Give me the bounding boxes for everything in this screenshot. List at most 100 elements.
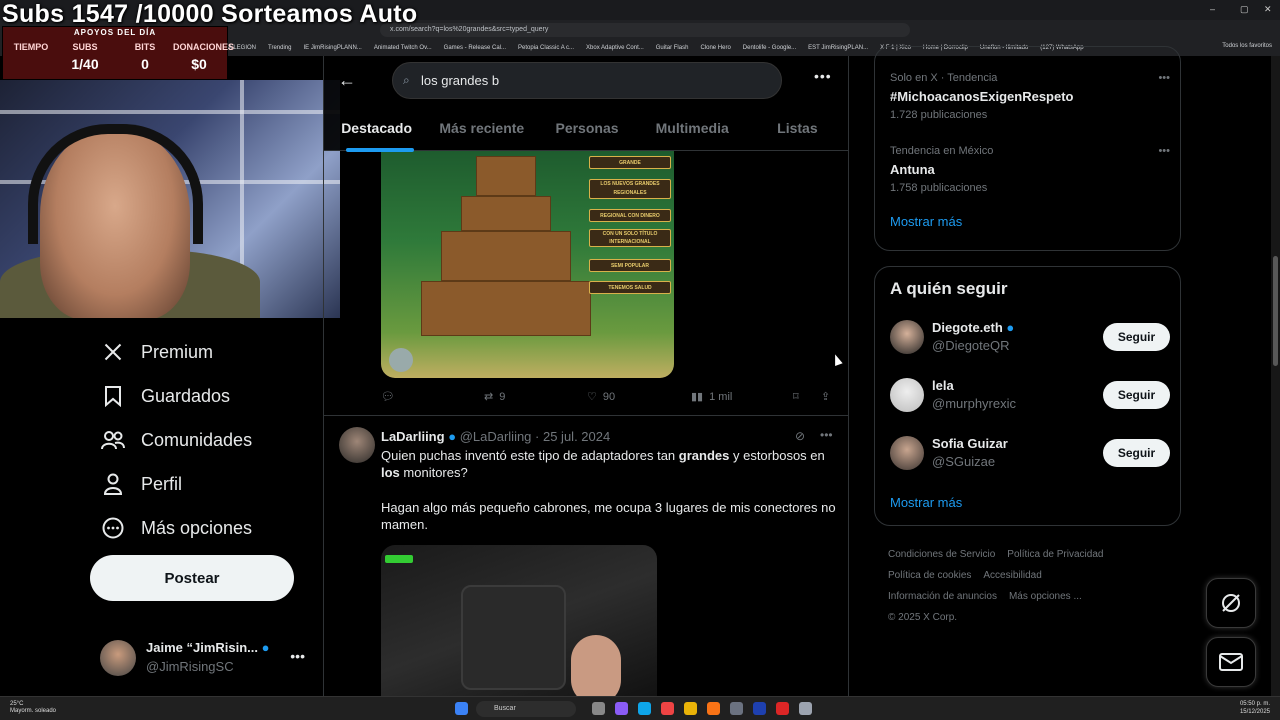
tweet-media-image[interactable]: GRANDE LOS NUEVOS GRANDES REGIONALES REG… bbox=[381, 151, 674, 378]
weather-widget[interactable]: 25°C Mayorm. soleado bbox=[10, 701, 56, 715]
tweet-actions: 💬︎ ⇄ 9 ♡ 90 ▮▮ 1 mil ⌑ ⇪ bbox=[381, 390, 841, 410]
tweet-author-name[interactable]: LaDarliing bbox=[381, 429, 445, 444]
back-arrow-icon[interactable]: ← bbox=[338, 70, 356, 91]
taskbar-search[interactable]: Buscar bbox=[476, 701, 576, 717]
views-button[interactable]: ▮▮ 1 mil bbox=[691, 390, 732, 404]
app-icon[interactable] bbox=[776, 702, 789, 715]
bookmark-item[interactable]: Animated Twitch Ov... bbox=[374, 45, 432, 51]
nav-label: Comunidades bbox=[141, 429, 253, 450]
nav-perfil[interactable]: Perfil bbox=[90, 462, 320, 506]
taskbar-clock[interactable]: 05:50 p. m. 15/12/2025 bbox=[1240, 700, 1270, 716]
tab-listas[interactable]: Listas bbox=[745, 108, 848, 150]
brave-icon[interactable] bbox=[661, 702, 674, 715]
follow-button[interactable]: Seguir bbox=[1103, 323, 1170, 351]
footer-link[interactable]: Accesibilidad bbox=[983, 570, 1041, 581]
watermark-icon bbox=[389, 348, 413, 372]
counter-subs: SUBS 1/40 bbox=[59, 42, 111, 72]
address-bar[interactable]: x.com/search?q=los%20grandes&src=typed_q… bbox=[380, 23, 910, 37]
tab-mas-reciente[interactable]: Más reciente bbox=[429, 108, 534, 150]
tab-destacado[interactable]: Destacado bbox=[324, 108, 429, 152]
edge-icon[interactable] bbox=[638, 702, 651, 715]
tweet-text: Quien puchas inventó este tipo de adapta… bbox=[381, 448, 836, 532]
stream-overlay-title: Subs 1547 /10000 Sorteamos Auto bbox=[2, 0, 418, 28]
search-header: ← ⌕ los grandes b ••• Destacado Más reci… bbox=[324, 56, 848, 152]
pyramid-tier bbox=[461, 196, 551, 231]
account-name: Jaime “JimRisin... ● bbox=[146, 640, 270, 655]
heart-icon: ♡ bbox=[587, 391, 597, 403]
show-more-link[interactable]: Mostrar más bbox=[890, 214, 962, 229]
tier-label: TENEMOS SALUD bbox=[589, 281, 671, 294]
tab-personas[interactable]: Personas bbox=[534, 108, 639, 150]
minimize-icon[interactable]: – bbox=[1210, 4, 1215, 14]
share-button[interactable]: ⇪ bbox=[821, 390, 830, 403]
retweet-button[interactable]: ⇄ 9 bbox=[484, 390, 505, 404]
nav-mas-opciones[interactable]: Más opciones bbox=[90, 506, 320, 550]
nav-premium[interactable]: Premium bbox=[90, 330, 320, 374]
reply-button[interactable]: 💬︎ bbox=[381, 390, 401, 403]
like-button[interactable]: ♡ 90 bbox=[587, 390, 615, 404]
show-more-link[interactable]: Mostrar más bbox=[890, 495, 962, 510]
bookmark-item[interactable]: Dentolife - Google... bbox=[743, 45, 796, 51]
follow-suggestion[interactable]: Sofia Guizar @SGuizae Seguir bbox=[890, 433, 1170, 473]
footer-link[interactable]: Más opciones ... bbox=[1009, 591, 1082, 602]
bookmark-item[interactable]: EST JimRisingPLAN... bbox=[808, 45, 868, 51]
nav-guardados[interactable]: Guardados bbox=[90, 374, 320, 418]
grok-icon[interactable]: ⊘ bbox=[795, 429, 805, 443]
more-options-icon[interactable]: ••• bbox=[814, 68, 832, 84]
more-icon[interactable]: ••• bbox=[290, 648, 305, 664]
search-tabs: Destacado Más reciente Personas Multimed… bbox=[324, 108, 848, 152]
tweet-more-icon[interactable]: ••• bbox=[820, 428, 833, 442]
app-icon[interactable] bbox=[730, 702, 743, 715]
follow-name: lela bbox=[932, 378, 954, 393]
steam-icon[interactable] bbox=[753, 702, 766, 715]
start-icon[interactable] bbox=[455, 702, 468, 715]
settings-icon[interactable] bbox=[799, 702, 812, 715]
follow-suggestion[interactable]: lela @murphyrexic Seguir bbox=[890, 375, 1170, 415]
app-icon[interactable] bbox=[615, 702, 628, 715]
close-icon[interactable]: ✕ bbox=[1264, 4, 1272, 15]
follow-button[interactable]: Seguir bbox=[1103, 381, 1170, 409]
trend-item[interactable]: Solo en X · Tendencia #MichoacanosExigen… bbox=[890, 72, 1170, 121]
messages-button[interactable] bbox=[1206, 637, 1256, 687]
bookmark-item[interactable]: IE JimRisingPLANN... bbox=[303, 45, 361, 51]
app-icon[interactable] bbox=[707, 702, 720, 715]
tweet-author-handle[interactable]: @LaDarliing bbox=[460, 429, 532, 444]
follow-button[interactable]: Seguir bbox=[1103, 439, 1170, 467]
trend-more-icon[interactable]: ••• bbox=[1158, 72, 1170, 84]
avatar[interactable] bbox=[339, 427, 375, 463]
maximize-icon[interactable]: ▢ bbox=[1240, 4, 1249, 15]
bookmark-item[interactable]: Trending bbox=[268, 45, 291, 51]
page-scrollbar[interactable] bbox=[1271, 56, 1280, 696]
post-button[interactable]: Postear bbox=[90, 555, 294, 601]
tweet-media-image[interactable] bbox=[381, 545, 657, 696]
power-adapter bbox=[461, 585, 566, 690]
communities-icon bbox=[100, 427, 126, 453]
bookmark-item[interactable]: Games - Release Cal... bbox=[444, 45, 506, 51]
bookmark-item[interactable]: Guitar Flash bbox=[656, 45, 689, 51]
trend-item[interactable]: Tendencia en México Antuna 1.758 publica… bbox=[890, 145, 1170, 194]
all-bookmarks[interactable]: Todos los favoritos bbox=[1222, 43, 1272, 49]
bookmark-item[interactable]: Xbox Adaptive Cont... bbox=[586, 45, 644, 51]
trend-more-icon[interactable]: ••• bbox=[1158, 145, 1170, 157]
stream-counters-panel: APOYOS DEL DÍA TIEMPO SUBS 1/40 BITS 0 D… bbox=[2, 26, 235, 80]
account-switcher[interactable]: Jaime “JimRisin... ● @JimRisingSC ••• bbox=[100, 638, 315, 678]
nav-comunidades[interactable]: Comunidades bbox=[90, 418, 320, 462]
bookmark-item[interactable]: Clone Hero bbox=[700, 45, 730, 51]
counter-label: DONACIONES bbox=[173, 42, 235, 52]
footer-link[interactable]: Condiciones de Servicio bbox=[888, 549, 995, 560]
folder-icon[interactable] bbox=[684, 702, 697, 715]
search-icon: ⌕ bbox=[403, 73, 410, 87]
bookmark-item[interactable]: Petopia Classic A c... bbox=[518, 45, 574, 51]
tier-label: SEMI POPULAR bbox=[589, 259, 671, 272]
scrollbar-thumb[interactable] bbox=[1273, 256, 1278, 366]
footer-link[interactable]: Política de cookies bbox=[888, 570, 971, 581]
grok-button[interactable] bbox=[1206, 578, 1256, 628]
app-icon[interactable] bbox=[592, 702, 605, 715]
search-input[interactable]: ⌕ los grandes b bbox=[392, 62, 782, 99]
tweet-date[interactable]: 25 jul. 2024 bbox=[543, 429, 610, 444]
tab-multimedia[interactable]: Multimedia bbox=[640, 108, 745, 150]
bookmark-button[interactable]: ⌑ bbox=[793, 390, 799, 403]
footer-link[interactable]: Política de Privacidad bbox=[1007, 549, 1103, 560]
follow-suggestion[interactable]: Diegote.eth ● @DiegoteQR Seguir bbox=[890, 317, 1170, 357]
footer-link[interactable]: Información de anuncios bbox=[888, 591, 997, 602]
